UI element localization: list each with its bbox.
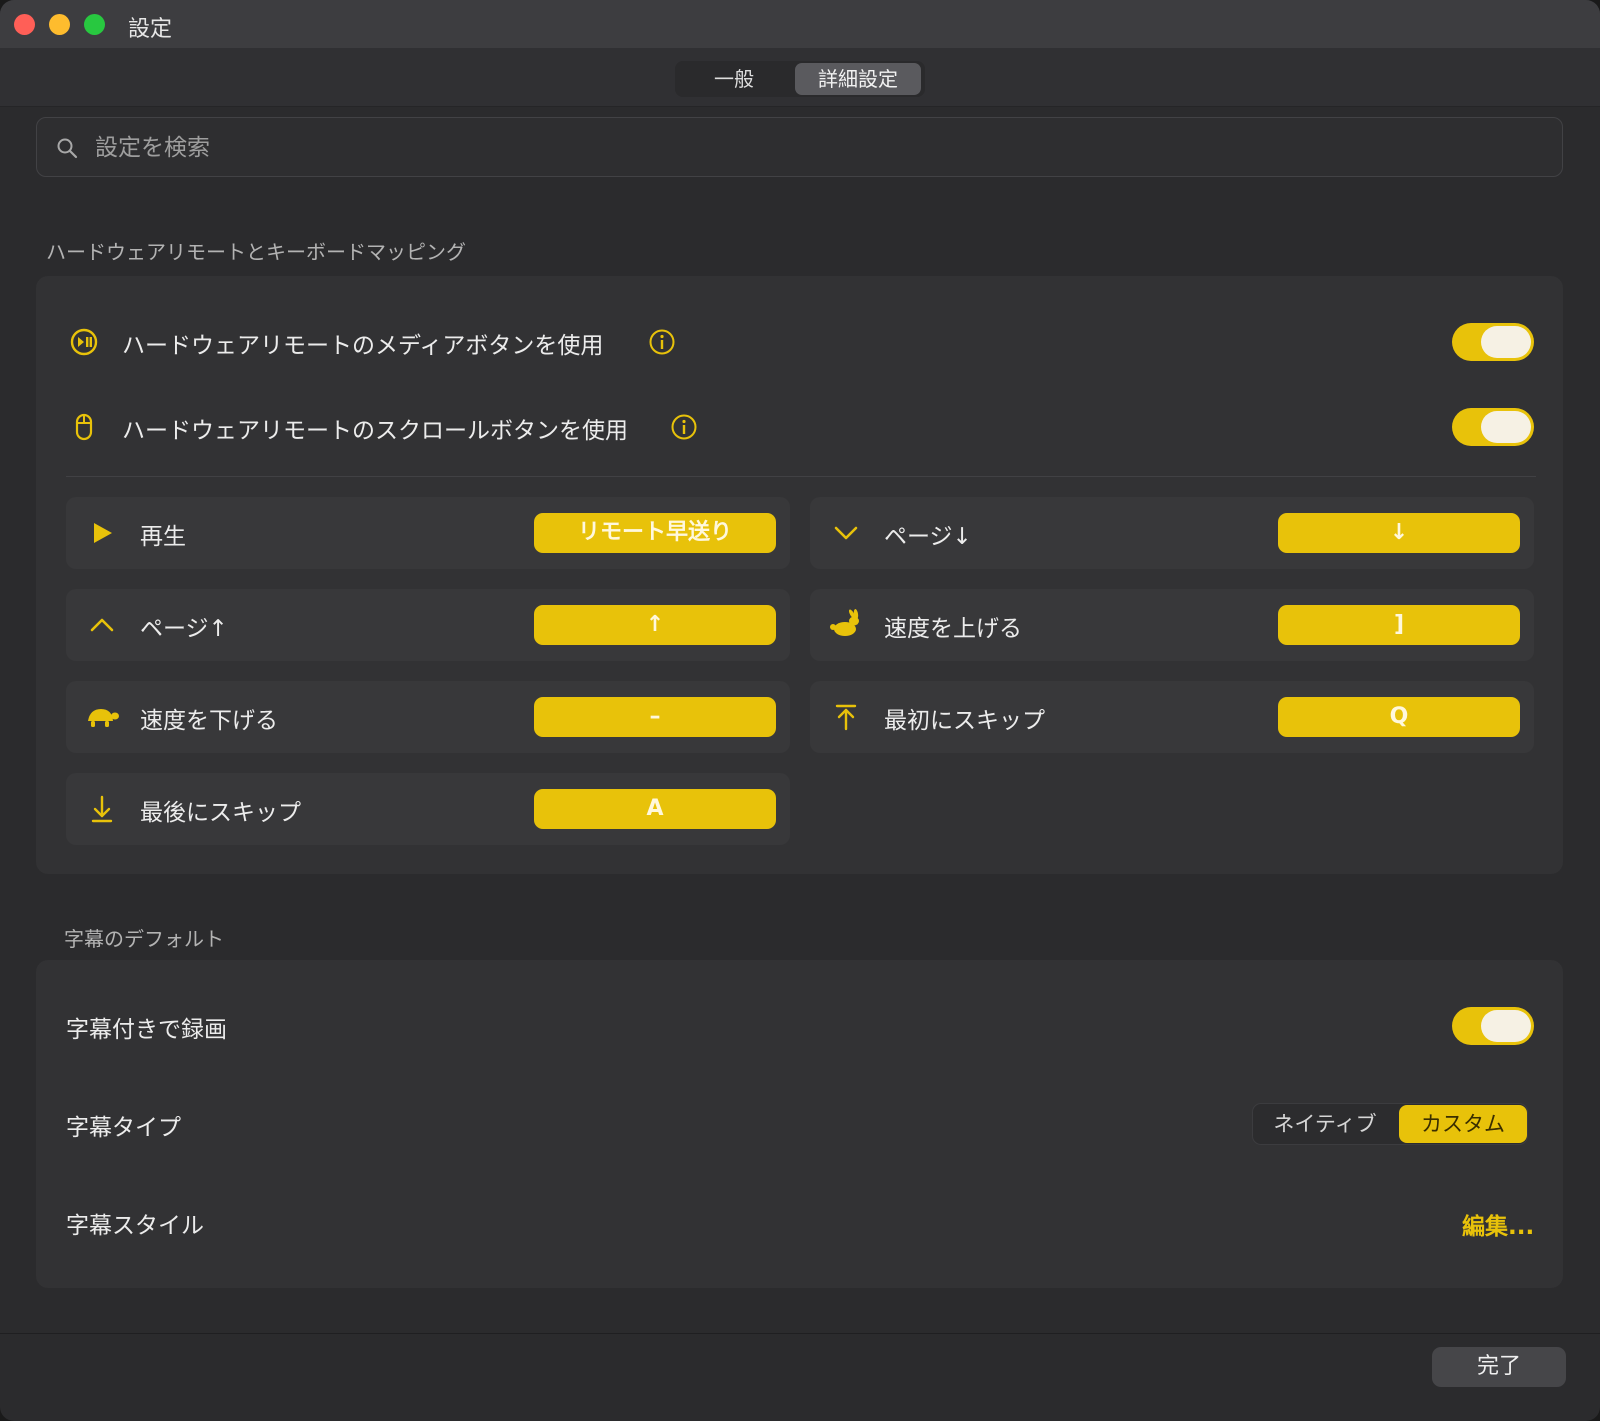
subtitle-type-label: 字幕タイプ: [66, 1115, 181, 1141]
hardware-settings-card: ハードウェアリモートのメディアボタンを使用 ハードウェアリモートのスクロールボタ…: [36, 276, 1563, 874]
info-icon[interactable]: [648, 328, 676, 356]
toggle-knob: [1481, 1010, 1531, 1042]
media-buttons-toggle[interactable]: [1452, 323, 1534, 361]
hardware-section-title: ハードウェアリモートとキーボードマッピング: [46, 240, 466, 264]
tab-control: 一般 詳細設定: [675, 61, 925, 97]
skip-to-last-icon: [91, 795, 113, 823]
mapping-label: 最初にスキップ: [884, 708, 1045, 734]
title-bar: 設定: [0, 0, 1600, 49]
tab-bar: 一般 詳細設定: [0, 48, 1600, 107]
mapping-skip-last: 最後にスキップ A: [66, 773, 790, 845]
mapping-play: 再生 リモート早送り: [66, 497, 790, 569]
mapping-skip-first: 最初にスキップ Q: [810, 681, 1534, 753]
mapping-page-down: ページ↓ ↓: [810, 497, 1534, 569]
subtitle-section-title: 字幕のデフォルト: [64, 927, 224, 951]
edit-subtitle-style-link[interactable]: 編集...: [1462, 1207, 1534, 1241]
key-binding-button[interactable]: ↑: [534, 605, 776, 645]
info-icon[interactable]: [670, 413, 698, 441]
subtitle-type-native[interactable]: ネイティブ: [1255, 1105, 1395, 1143]
close-window-button[interactable]: [14, 14, 35, 35]
zoom-window-button[interactable]: [84, 14, 105, 35]
mapping-label: ページ↓: [884, 524, 972, 550]
rabbit-icon: [830, 609, 859, 636]
footer-divider: [0, 1333, 1600, 1334]
scroll-buttons-label: ハードウェアリモートのスクロールボタンを使用: [122, 418, 628, 444]
toggle-knob: [1481, 411, 1531, 443]
mapping-label: ページ↑: [140, 616, 228, 642]
mapping-speed-up: 速度を上げる ]: [810, 589, 1534, 661]
scroll-buttons-toggle[interactable]: [1452, 408, 1534, 446]
subtitle-type-custom[interactable]: カスタム: [1399, 1105, 1527, 1143]
media-buttons-label: ハードウェアリモートのメディアボタンを使用: [122, 333, 604, 359]
search-input[interactable]: [93, 128, 1537, 168]
play-pause-circle-icon: [70, 328, 98, 356]
key-binding-button[interactable]: –: [534, 697, 776, 737]
mapping-label: 速度を下げる: [140, 708, 278, 734]
done-button[interactable]: 完了: [1432, 1347, 1566, 1387]
key-binding-button[interactable]: ]: [1278, 605, 1520, 645]
record-with-subtitles-toggle[interactable]: [1452, 1007, 1534, 1045]
record-with-subtitles-label: 字幕付きで録画: [66, 1017, 227, 1043]
turtle-icon: [88, 709, 119, 727]
subtitle-type-segmented-control: ネイティブ カスタム: [1252, 1103, 1528, 1145]
mapping-page-up: ページ↑ ↑: [66, 589, 790, 661]
mapping-label: 再生: [140, 524, 186, 550]
tab-general[interactable]: 一般: [679, 63, 789, 95]
mapping-label: 最後にスキップ: [140, 800, 301, 826]
toggle-knob: [1481, 326, 1531, 358]
minimize-window-button[interactable]: [49, 14, 70, 35]
key-binding-button[interactable]: ↓: [1278, 513, 1520, 553]
key-binding-button[interactable]: Q: [1278, 697, 1520, 737]
chevron-up-icon: [90, 618, 114, 632]
play-icon: [94, 523, 112, 543]
mouse-icon: [75, 413, 93, 441]
key-binding-button[interactable]: A: [534, 789, 776, 829]
divider: [66, 476, 1536, 477]
tab-advanced[interactable]: 詳細設定: [795, 63, 921, 95]
skip-to-first-icon: [835, 704, 857, 731]
mapping-label: 速度を上げる: [884, 616, 1022, 642]
search-field[interactable]: [36, 117, 1563, 177]
window-title: 設定: [128, 17, 173, 42]
chevron-down-icon: [834, 526, 858, 540]
settings-window: 設定 一般 詳細設定 ハードウェアリモートとキーボードマッピング ハードウェアリ…: [0, 0, 1600, 1421]
search-icon: [57, 138, 78, 159]
subtitle-style-label: 字幕スタイル: [66, 1213, 204, 1239]
key-binding-button[interactable]: リモート早送り: [534, 513, 776, 553]
mapping-speed-down: 速度を下げる –: [66, 681, 790, 753]
